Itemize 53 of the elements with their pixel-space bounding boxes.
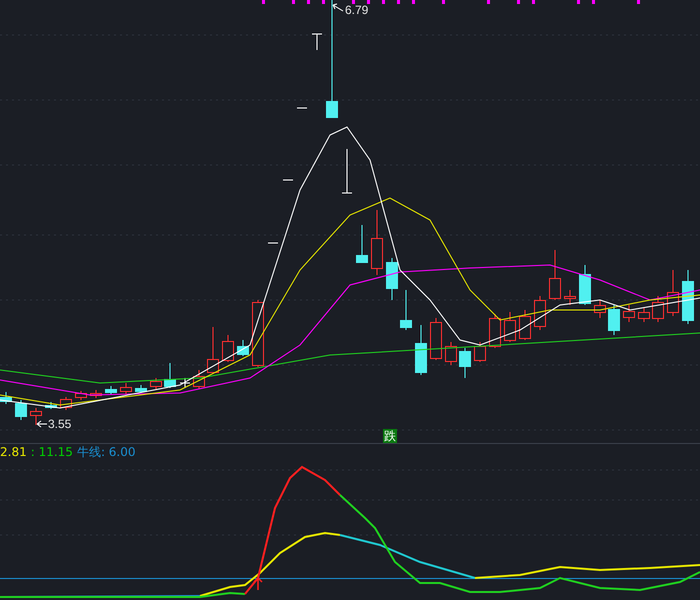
indicator-value: 2.81 (0, 445, 27, 460)
candlestick (445, 342, 457, 366)
indicator-value: 牛线: 6.00 (76, 445, 136, 460)
candlestick (415, 324, 427, 376)
candlestick (489, 314, 501, 348)
candlestick (534, 296, 546, 330)
candlestick (342, 148, 352, 194)
candlestick (193, 370, 205, 390)
candlestick (268, 242, 278, 244)
candlestick (400, 290, 412, 330)
candlestick (504, 312, 516, 342)
candlestick (60, 396, 72, 410)
candlestick (430, 318, 442, 360)
candlestick (120, 382, 132, 394)
candlestick (222, 334, 234, 362)
high-price-label: 6.79 (345, 3, 368, 17)
candlestick (135, 384, 147, 394)
low-price-label: 3.55 (48, 417, 72, 431)
candlestick (237, 340, 249, 356)
candlestick (150, 378, 162, 390)
candlestick (0, 392, 12, 404)
candlestick (564, 290, 576, 306)
candlestick (252, 300, 264, 368)
candlestick (594, 300, 606, 318)
candlestick (519, 310, 531, 340)
candlestick (207, 326, 219, 374)
candlestick (30, 408, 42, 426)
candlestick (623, 304, 635, 322)
candlestick (667, 270, 679, 316)
pointer-arrow-icon (36, 420, 48, 428)
up-arrow-icon (253, 576, 263, 591)
candlestick (386, 258, 398, 300)
candlestick (15, 400, 27, 420)
signal-badge: 跌 (383, 429, 397, 443)
pointer-arrow-icon (332, 4, 344, 12)
candlestick (356, 224, 368, 263)
candlestick (371, 210, 383, 276)
candlestick (45, 402, 57, 410)
candlestick (105, 386, 117, 396)
candlestick (459, 348, 471, 378)
candlestick (474, 342, 486, 362)
candlestick (608, 304, 620, 336)
indicator-value: : 11.15 (30, 445, 73, 460)
candlestick (75, 390, 87, 400)
candlestick (638, 308, 650, 322)
candlestick (682, 270, 694, 324)
candlestick (312, 34, 322, 50)
candlestick (652, 296, 664, 322)
candlestick (90, 390, 102, 398)
candlestick (549, 250, 561, 300)
candlestick (164, 362, 176, 388)
candlestick (180, 378, 190, 388)
candlestick (579, 264, 591, 306)
